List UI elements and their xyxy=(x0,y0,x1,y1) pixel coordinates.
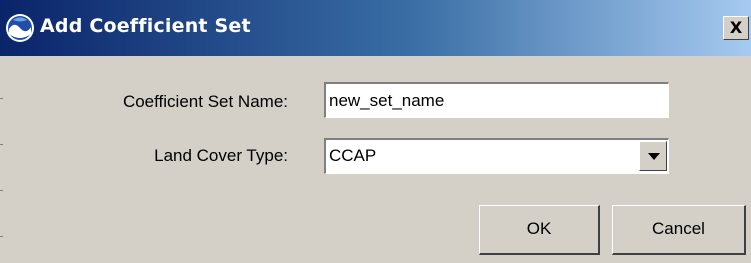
add-coefficient-set-dialog: Add Coefficient Set X Coefficient Set Na… xyxy=(0,0,751,263)
title-bar[interactable]: Add Coefficient Set X xyxy=(0,0,751,56)
noaa-logo-icon xyxy=(6,14,34,42)
close-button[interactable]: X xyxy=(723,16,749,40)
coefficient-set-name-input[interactable] xyxy=(324,82,669,118)
cancel-button[interactable]: Cancel xyxy=(612,205,746,255)
left-edge xyxy=(0,56,8,263)
dialog-title: Add Coefficient Set xyxy=(40,15,251,37)
coefficient-set-name-label: Coefficient Set Name: xyxy=(122,92,288,111)
land-cover-type-label: Land Cover Type: xyxy=(154,146,288,165)
dropdown-arrow-icon[interactable] xyxy=(639,141,667,171)
land-cover-type-select[interactable]: CCAP xyxy=(324,138,669,174)
ok-button[interactable]: OK xyxy=(479,205,600,255)
land-cover-type-value: CCAP xyxy=(329,146,377,165)
